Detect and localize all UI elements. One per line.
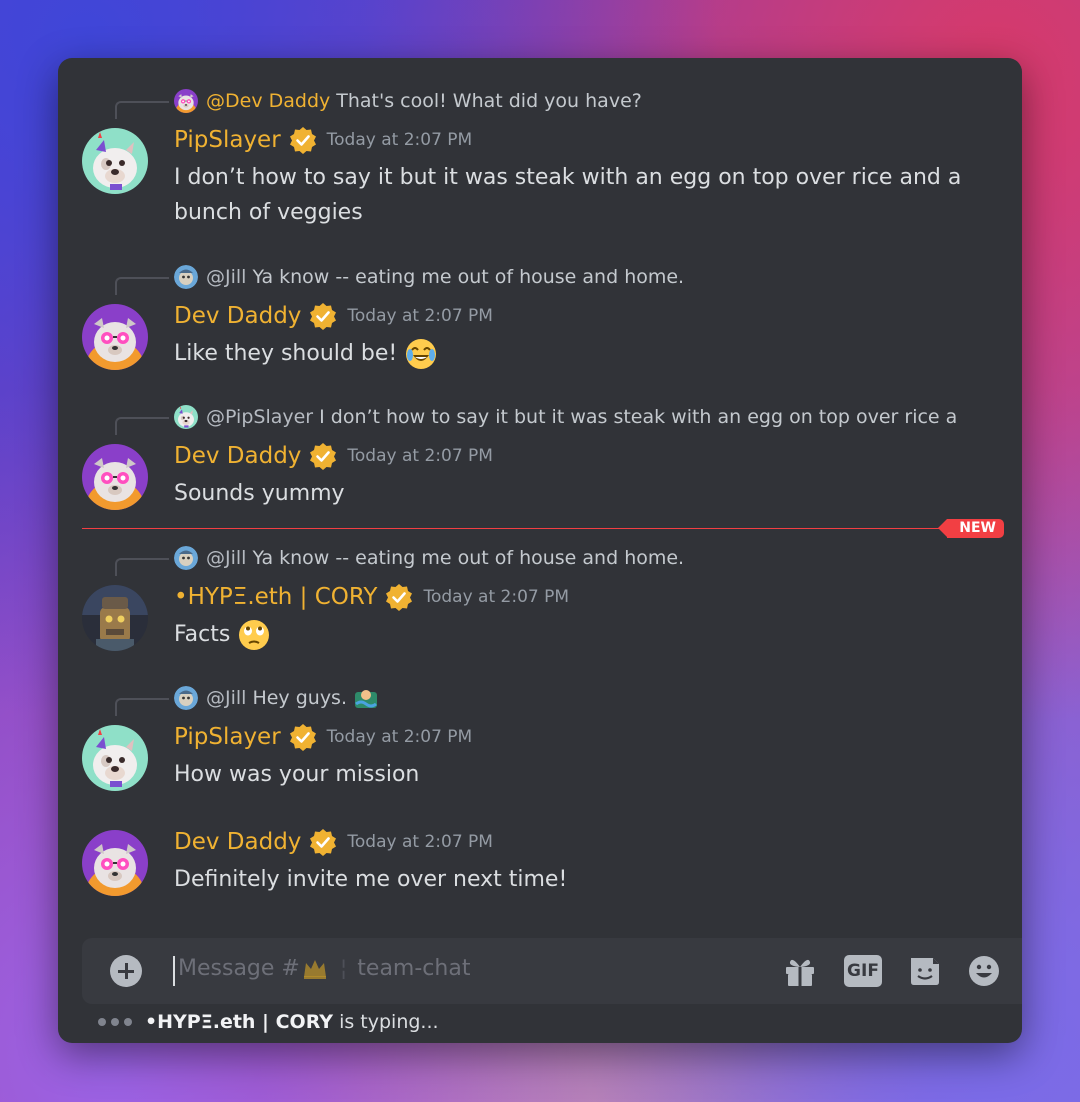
message-header: Dev Daddy Today at 2:07 PM: [174, 302, 493, 330]
author-name[interactable]: Dev Daddy: [174, 829, 301, 855]
reply-text: Ya know -- eating me out of house and ho…: [252, 266, 685, 288]
message-header: Dev Daddy Today at 2:07 PM: [174, 442, 493, 470]
message-text: Definitely invite me over next time!: [174, 867, 568, 892]
reply-spine: [115, 558, 169, 576]
avatar-mini: [174, 89, 198, 113]
verified-badge-icon: [289, 723, 317, 751]
message-header: Dev Daddy Today at 2:07 PM: [174, 828, 493, 856]
reply-preview[interactable]: @Dev Daddy That's cool! What did you hav…: [174, 88, 642, 114]
message-line: bunch of veggies: [174, 200, 363, 225]
reply-text: Hey guys.: [252, 687, 347, 709]
crown-icon: [303, 959, 326, 979]
author-name[interactable]: PipSlayer: [174, 127, 281, 153]
verified-badge-icon: [289, 126, 317, 154]
avatar-mini: [174, 405, 198, 429]
reply-text: I don’t how to say it but it was steak w…: [319, 406, 958, 428]
message-content: Facts: [174, 617, 974, 652]
message-header: PipSlayer Today at 2:07 PM: [174, 126, 472, 154]
chat-window: @Dev Daddy That's cool! What did you hav…: [58, 58, 1022, 1043]
message-text: Sounds yummy: [174, 481, 345, 506]
verified-badge-icon: [309, 828, 337, 856]
author-name[interactable]: PipSlayer: [174, 724, 281, 750]
typing-indicator: •HYPΞ.eth | CORY is typing...: [98, 1011, 439, 1033]
message-input[interactable]: Message # ¦ team-chat: [178, 956, 470, 981]
author-name[interactable]: •HYPΞ.eth | CORY: [174, 584, 377, 610]
message-content: Like they should be!: [174, 336, 974, 371]
reply-spine: [115, 277, 169, 295]
typing-user: •HYPΞ.eth | CORY: [145, 1011, 334, 1033]
reply-author[interactable]: @Dev Daddy: [206, 90, 330, 112]
timestamp: Today at 2:07 PM: [326, 727, 473, 747]
emoji-icon[interactable]: [966, 954, 1002, 988]
avatar[interactable]: [82, 128, 148, 194]
avatar[interactable]: [82, 585, 148, 651]
reply-spine: [115, 417, 169, 435]
avatar[interactable]: [82, 725, 148, 791]
reply-author[interactable]: @PipSlayer: [206, 406, 313, 428]
message-content: How was your mission: [174, 757, 974, 792]
reply-preview[interactable]: @Jill Ya know -- eating me out of house …: [174, 264, 684, 290]
gift-icon[interactable]: [782, 954, 818, 988]
reply-author[interactable]: @Jill: [206, 547, 246, 569]
message-content: I don’t how to say it but it was steak w…: [174, 160, 974, 230]
typing-dots-icon: [98, 1018, 137, 1026]
avatar-mini: [174, 265, 198, 289]
message-content: Definitely invite me over next time!: [174, 862, 974, 897]
avatar[interactable]: [82, 444, 148, 510]
timestamp: Today at 2:07 PM: [347, 306, 493, 326]
message-text: Facts: [174, 622, 231, 647]
reply-preview[interactable]: @Jill Hey guys.: [174, 685, 379, 711]
avatar[interactable]: [82, 304, 148, 370]
timestamp: Today at 2:07 PM: [423, 587, 570, 607]
verified-badge-icon: [309, 302, 337, 330]
eye-roll-emoji-icon[interactable]: [237, 618, 271, 652]
sticker-icon[interactable]: [907, 954, 943, 988]
message-composer[interactable]: Message # ¦ team-chat GIF: [82, 938, 1022, 1004]
reply-preview[interactable]: @PipSlayer I don’t how to say it but it …: [174, 404, 957, 430]
reply-spine: [115, 698, 169, 716]
timestamp: Today at 2:07 PM: [347, 446, 493, 466]
avatar-mini: [174, 686, 198, 710]
typing-suffix: is typing...: [339, 1011, 439, 1033]
reply-author[interactable]: @Jill: [206, 687, 246, 709]
message-header: •HYPΞ.eth | CORY Today at 2:07 PM: [174, 583, 569, 611]
message-text: How was your mission: [174, 762, 420, 787]
wave-emoji-icon: [355, 690, 377, 708]
message-content: Sounds yummy: [174, 476, 974, 511]
avatar-mini: [174, 546, 198, 570]
channel-name: team-chat: [357, 956, 471, 981]
placeholder-prefix: Message #: [178, 956, 300, 981]
reply-spine: [115, 101, 169, 119]
reply-text: That's cool! What did you have?: [336, 90, 642, 112]
reply-preview[interactable]: @Jill Ya know -- eating me out of house …: [174, 545, 684, 571]
reply-text: Ya know -- eating me out of house and ho…: [252, 547, 685, 569]
gif-button[interactable]: GIF: [844, 955, 882, 987]
timestamp: Today at 2:07 PM: [326, 130, 473, 150]
timestamp: Today at 2:07 PM: [347, 832, 493, 852]
new-messages-badge: NEW: [938, 519, 1004, 538]
joy-emoji-icon[interactable]: [404, 337, 438, 371]
message-text: Like they should be!: [174, 341, 398, 366]
message-header: PipSlayer Today at 2:07 PM: [174, 723, 472, 751]
message-line: I don’t how to say it but it was steak w…: [174, 165, 962, 190]
author-name[interactable]: Dev Daddy: [174, 443, 301, 469]
verified-badge-icon: [309, 442, 337, 470]
new-messages-divider: [82, 528, 1002, 529]
text-caret: [173, 956, 175, 986]
verified-badge-icon: [385, 583, 413, 611]
avatar[interactable]: [82, 830, 148, 896]
reply-author[interactable]: @Jill: [206, 266, 246, 288]
author-name[interactable]: Dev Daddy: [174, 303, 301, 329]
plus-icon[interactable]: [110, 955, 142, 987]
separator: ¦: [339, 956, 348, 981]
